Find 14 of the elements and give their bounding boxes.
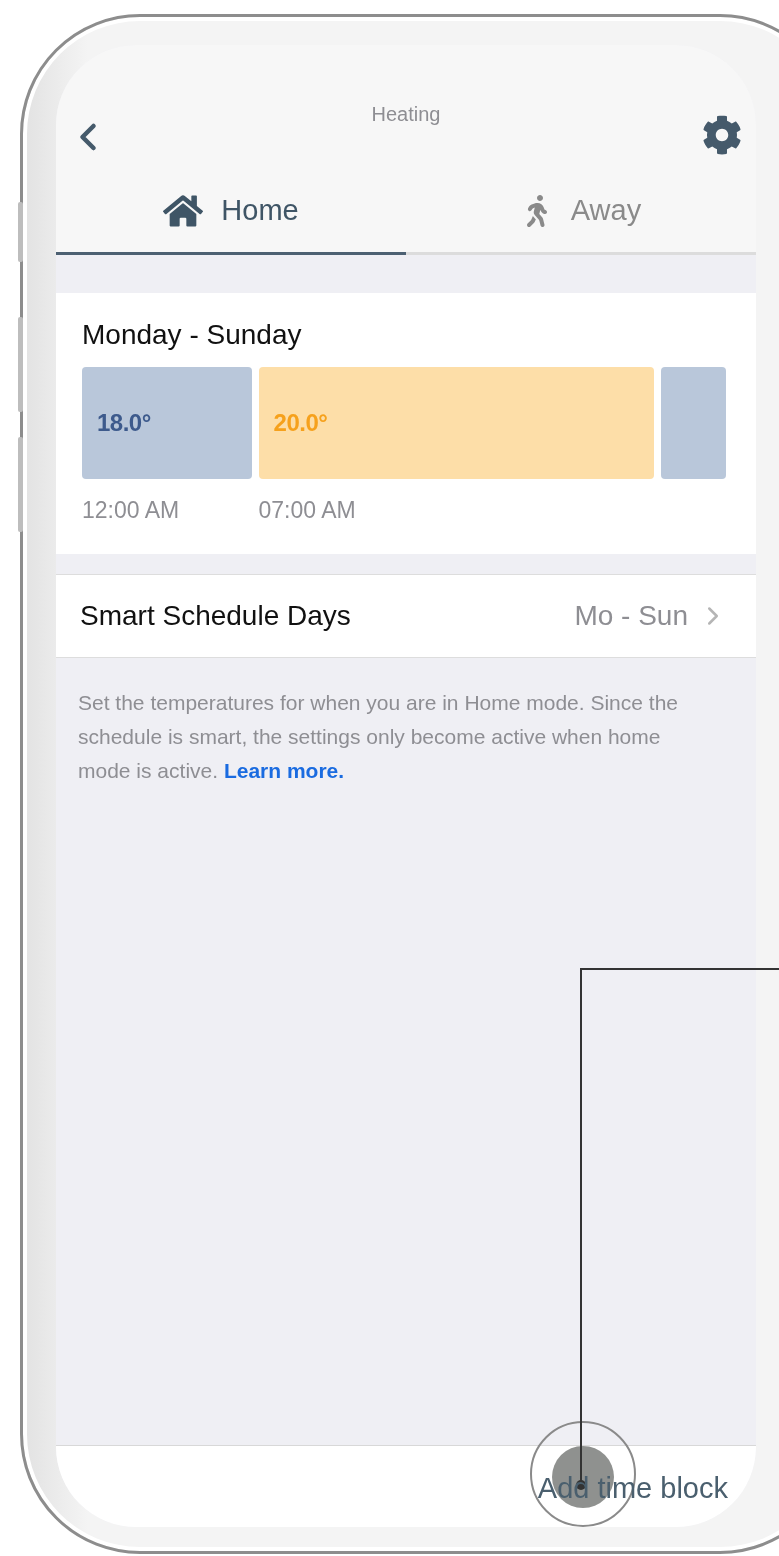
mode-tab[interactable]: Away xyxy=(406,175,756,255)
schedule-title: Monday - Sunday xyxy=(82,319,303,351)
block-start-time: 07:00 AM xyxy=(258,497,357,524)
schedule-days-row[interactable]: Smart Schedule Days Mo - Sun xyxy=(56,574,756,658)
screen-title: Heating xyxy=(371,103,441,126)
description-text: Set the temperatures for when you are in Home mode. Since the schedule is smart, the settings only become active when home mode is active. Learn more. xyxy=(78,690,679,784)
row-value: Mo - Sun xyxy=(574,600,688,632)
block-start-time: 12:00 AM xyxy=(82,497,181,524)
learn-more-link[interactable]: Learn more. xyxy=(223,759,345,782)
settings-button[interactable] xyxy=(702,115,742,155)
time-block[interactable]: 18.0° xyxy=(82,367,252,479)
row-label: Smart Schedule Days xyxy=(80,600,351,632)
mode-tab[interactable]: Home xyxy=(56,175,406,255)
gear-icon xyxy=(702,115,742,155)
